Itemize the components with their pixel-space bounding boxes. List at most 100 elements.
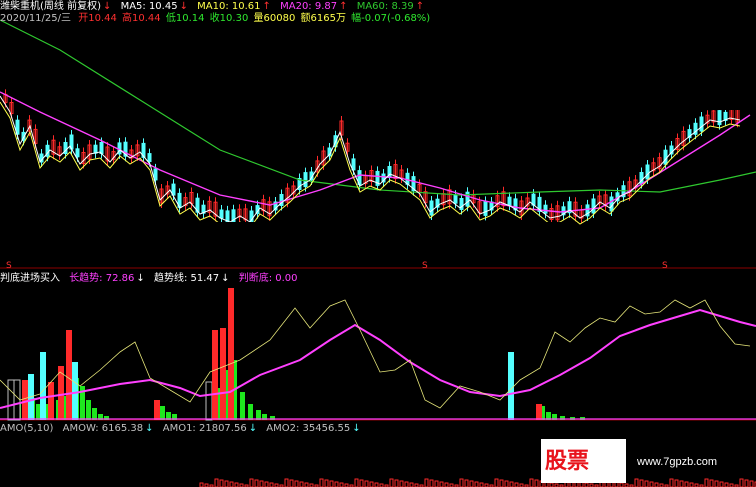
volume-bar [214,478,219,487]
volume-bar [334,481,339,487]
trend-line [0,299,751,409]
volume-bar [269,482,274,487]
volume-bar [509,481,514,487]
watermark: 股票 www.7gpzb.com [541,436,756,487]
volume-bar [514,482,519,487]
volume-bar [324,479,329,487]
s-marker-icon: S [422,261,428,271]
volume-bar [479,482,484,487]
volume-bar [424,478,429,487]
amo2-value: AMO2: 35456.55 [266,423,351,434]
indicator-bar [7,379,15,421]
ma10-line [0,101,741,229]
volume-bar [394,479,399,487]
arrow-down-icon: ↓ [145,423,154,434]
arrow-down-icon: ↓ [221,273,230,284]
watermark-url: www.7gpzb.com [637,456,718,468]
arrow-up-icon: ↑ [262,1,271,12]
volume-bar [399,480,404,487]
indicator-bar [228,288,234,420]
price-header: 潍柴重机(周线 前复权) ↓ MA5: 10.45 ↓ MA10: 10.61 ↑ M… [0,1,430,13]
ma5-value: MA5: 10.45 [120,1,178,12]
volume-value: 量60080 [253,13,296,24]
arrow-down-icon: ↓ [248,423,258,434]
volume-header: AMO(5,10) AMOW: 6165.38 ↓ AMO1: 21807.56 ↓… [0,423,367,435]
volume-bar [329,480,334,487]
volume-bar [354,478,359,487]
volume-bar [299,481,304,487]
volume-bar [499,479,504,487]
volume-bar [389,478,394,487]
candle [591,198,596,214]
ma60-value: MA60: 8.39 [356,1,414,12]
indicator-bar [48,382,54,420]
candle [219,209,224,219]
volume-bar [359,479,364,487]
indicator-bar [92,408,97,420]
ma10-value: MA10: 10.61 [197,1,261,12]
indicator-bar [72,362,78,420]
candle [609,196,614,212]
indicator-bar [13,379,21,421]
change-value: 幅-0.07(-0.68%) [351,13,431,24]
volume-bar [529,478,534,487]
volume-bar [289,479,294,487]
chart-canvas[interactable]: SSS [0,0,756,487]
volume-bar [474,481,479,487]
arrow-down-icon: ↓ [102,1,112,12]
indicator-bar [160,406,165,420]
candle [75,148,80,158]
indicator-header: 判底进场买入 长趋势: 72.86 ↓ 趋势线: 51.47 ↓ 判断底: 0.00 [0,273,304,285]
amo-label: AMO(5,10) [0,423,54,434]
arrow-up-icon: ↑ [415,1,425,12]
candle [645,164,650,180]
volume-bar [304,482,309,487]
volume-bar [374,482,379,487]
long-trend-value: 长趋势: 72.86 [69,273,135,284]
candle [231,209,236,225]
overlay-box [178,222,577,264]
indicator-bar [240,392,245,420]
candle [663,149,668,165]
candle [453,194,458,204]
bottom-value: 判断底: 0.00 [238,273,298,284]
arrow-down-icon: ↓ [352,423,361,434]
volume-bar [224,480,229,487]
candle [507,196,512,206]
candle [93,144,98,154]
indicator-bar [86,400,91,420]
indicator-bar [205,381,213,421]
volume-bar [369,481,374,487]
volume-bar [199,482,204,487]
volume-bar [409,482,414,487]
indicator-bar [508,352,514,420]
candle [483,200,488,216]
arrow-up-icon: ↑ [339,1,348,12]
volume-bar [339,482,344,487]
volume-bar [259,480,264,487]
watermark-logo: 股票 [541,439,626,483]
volume-bar [404,481,409,487]
indicator-bar [40,352,46,420]
open-value: 开10.44 [78,13,117,24]
stock-title: 潍柴重机(周线 前复权) [0,1,101,12]
candle [543,204,548,214]
volume-bar [534,479,539,487]
indicator-bar [248,404,253,420]
candle [699,116,704,132]
volume-bar [444,482,449,487]
arrow-down-icon: ↓ [179,1,188,12]
volume-bar [294,480,299,487]
indicator-bar [22,380,28,420]
volume-bar [254,479,259,487]
volume-bar [249,478,254,487]
volume-bar [459,478,464,487]
amo1-value: AMO1: 21807.56 [162,423,247,434]
volume-bar [264,481,269,487]
volume-bar [284,478,289,487]
overlay-box [427,25,756,110]
candle [717,110,722,126]
candle [147,153,152,163]
indicator-bar [66,330,72,420]
ma20-value: MA20: 9.87 [280,1,338,12]
